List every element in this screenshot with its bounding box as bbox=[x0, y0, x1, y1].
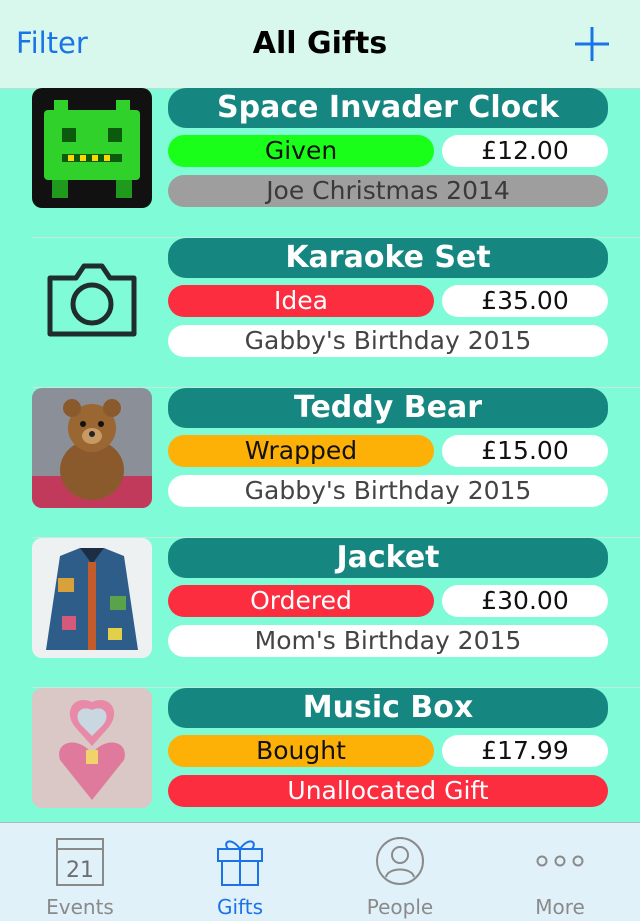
camera-icon bbox=[47, 263, 137, 337]
plus-icon bbox=[575, 27, 609, 61]
gift-name: Teddy Bear bbox=[168, 388, 608, 428]
tab-label: More bbox=[535, 895, 585, 919]
calendar-day: 21 bbox=[66, 858, 94, 883]
gift-event: Mom's Birthday 2015 bbox=[168, 625, 608, 657]
gift-name: Karaoke Set bbox=[168, 238, 608, 278]
gift-photo bbox=[32, 88, 152, 208]
gift-row[interactable]: Space Invader Clock Given £12.00 Joe Chr… bbox=[0, 88, 640, 238]
gift-name: Music Box bbox=[168, 688, 608, 728]
tab-people[interactable]: People bbox=[320, 823, 480, 921]
gift-price: £17.99 bbox=[442, 735, 608, 767]
person-icon bbox=[376, 837, 424, 885]
gift-row[interactable]: Karaoke Set Idea £35.00 Gabby's Birthday… bbox=[0, 238, 640, 388]
page-title: All Gifts bbox=[252, 26, 388, 61]
gift-price: £35.00 bbox=[442, 285, 608, 317]
calendar-icon: 21 bbox=[56, 838, 104, 886]
gift-name: Jacket bbox=[168, 538, 608, 578]
tab-events[interactable]: 21 Events bbox=[0, 823, 160, 921]
gift-event: Gabby's Birthday 2015 bbox=[168, 325, 608, 357]
add-gift-button[interactable] bbox=[572, 24, 612, 64]
gift-event: Joe Christmas 2014 bbox=[168, 175, 608, 207]
gift-status-badge: Given bbox=[168, 135, 434, 167]
gift-status-badge: Idea bbox=[168, 285, 434, 317]
tab-label: Events bbox=[46, 895, 114, 919]
gift-photo bbox=[32, 538, 152, 658]
gift-event: Gabby's Birthday 2015 bbox=[168, 475, 608, 507]
gift-status-badge: Ordered bbox=[168, 585, 434, 617]
gift-row[interactable]: Music Box Bought £17.99 Unallocated Gift bbox=[0, 688, 640, 838]
gift-status-badge: Wrapped bbox=[168, 435, 434, 467]
gift-price: £12.00 bbox=[442, 135, 608, 167]
gift-icon bbox=[217, 840, 263, 886]
gift-price: £15.00 bbox=[442, 435, 608, 467]
tab-label: People bbox=[366, 895, 434, 919]
tab-more[interactable]: More bbox=[480, 823, 640, 921]
gift-photo bbox=[32, 688, 152, 808]
gift-photo-placeholder bbox=[32, 238, 152, 358]
more-icon bbox=[536, 855, 584, 867]
tab-bar: 21 Events Gifts People More bbox=[0, 822, 640, 921]
gift-event: Unallocated Gift bbox=[168, 775, 608, 807]
gift-price: £30.00 bbox=[442, 585, 608, 617]
gift-name: Space Invader Clock bbox=[168, 88, 608, 128]
navigation-bar: Filter All Gifts bbox=[0, 0, 640, 89]
gift-row[interactable]: Jacket Ordered £30.00 Mom's Birthday 201… bbox=[0, 538, 640, 688]
tab-gifts[interactable]: Gifts bbox=[160, 823, 320, 921]
gift-row[interactable]: Teddy Bear Wrapped £15.00 Gabby's Birthd… bbox=[0, 388, 640, 538]
gift-photo bbox=[32, 388, 152, 508]
gift-status-badge: Bought bbox=[168, 735, 434, 767]
tab-label: Gifts bbox=[216, 895, 263, 919]
